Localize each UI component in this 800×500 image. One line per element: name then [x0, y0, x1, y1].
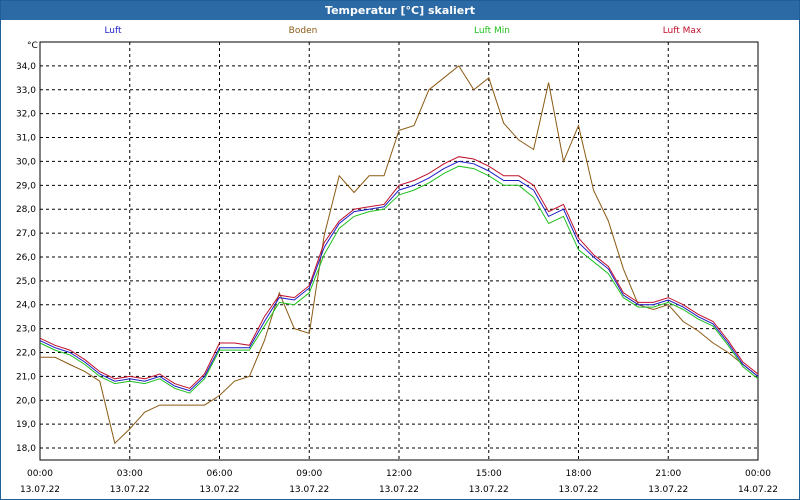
- y-tick-label: 34,0: [16, 62, 36, 72]
- y-tick-label: 26,0: [16, 253, 36, 263]
- temperature-chart: Luft Boden Luft Min Luft Max °C 18,0 19,0 20,…: [16, 26, 778, 495]
- y-tick-label: 29,0: [16, 181, 36, 191]
- y-tick-label: 31,0: [16, 134, 36, 144]
- x-tick-date: 13.07.22: [648, 485, 688, 495]
- x-tick-time: 09:00: [296, 469, 322, 479]
- y-tick-label: 21,0: [16, 372, 36, 382]
- y-tick-label: 20,0: [16, 396, 36, 406]
- legend-entry-luft-min: Luft Min: [474, 26, 510, 36]
- x-tick-date: 14.07.22: [738, 485, 778, 495]
- x-tick-date: 13.07.22: [558, 485, 598, 495]
- x-tick-date: 13.07.22: [469, 485, 509, 495]
- x-tick-time: 00:00: [745, 469, 771, 479]
- legend: Luft Boden Luft Min Luft Max: [104, 26, 702, 36]
- x-tick-date: 13.07.22: [20, 485, 60, 495]
- legend-entry-luft: Luft: [104, 26, 122, 36]
- y-tick-label: 24,0: [16, 301, 36, 311]
- y-tick-label: 19,0: [16, 420, 36, 430]
- legend-entry-luft-max: Luft Max: [663, 26, 702, 36]
- y-tick-label: 30,0: [16, 157, 36, 167]
- x-tick-time: 21:00: [655, 469, 681, 479]
- y-tick-label: 33,0: [16, 86, 36, 96]
- x-tick-time: 18:00: [566, 469, 592, 479]
- x-tick-date: 13.07.22: [199, 485, 239, 495]
- y-axis-label: °C: [27, 41, 38, 51]
- x-tick-date: 13.07.22: [110, 485, 150, 495]
- x-tick-date: 13.07.22: [289, 485, 329, 495]
- y-tick-label: 28,0: [16, 205, 36, 215]
- y-tick-label: 22,0: [16, 349, 36, 359]
- x-tick-time: 15:00: [476, 469, 502, 479]
- x-tick-time: 03:00: [117, 469, 143, 479]
- x-tick-time: 06:00: [207, 469, 233, 479]
- grid: [40, 42, 758, 460]
- y-tick-label: 27,0: [16, 229, 36, 239]
- y-tick-label: 23,0: [16, 325, 36, 335]
- x-tick-time: 00:00: [27, 469, 53, 479]
- legend-entry-boden: Boden: [289, 26, 318, 36]
- y-tick-label: 25,0: [16, 277, 36, 287]
- x-ticks: 00:00 13.07.22 03:00 13.07.22 06:00 13.07.22 0…: [20, 469, 778, 495]
- x-tick-date: 13.07.22: [379, 485, 419, 495]
- y-ticks: 18,0 19,0 20,0 21,0 22,0 23,0 24,0 25,0 26,0 27,0…: [16, 62, 36, 454]
- y-tick-label: 32,0: [16, 110, 36, 120]
- y-tick-label: 18,0: [16, 444, 36, 454]
- x-tick-time: 12:00: [386, 469, 412, 479]
- window-title: Temperatur [°C] skaliert: [1, 1, 799, 20]
